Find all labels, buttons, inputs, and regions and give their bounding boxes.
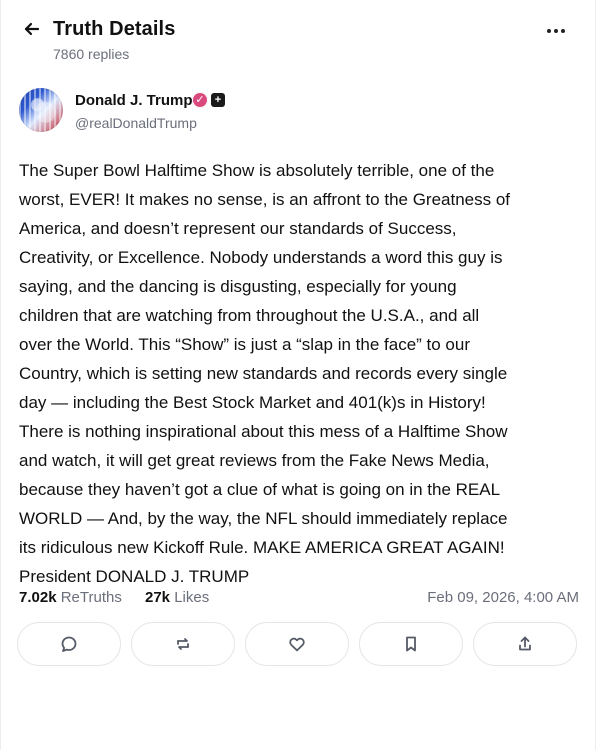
replies-count: 7860 replies (53, 46, 130, 62)
truth-details-page: Truth Details 7860 replies Donald J. Tru… (0, 0, 596, 750)
author-name[interactable]: Donald J. Trump (75, 92, 193, 110)
retruths-count: 7.02k (19, 589, 57, 606)
profile-avatar[interactable] (19, 88, 63, 132)
page-title: Truth Details (53, 18, 176, 40)
back-arrow-icon (22, 19, 42, 44)
plus-badge-icon: + (211, 93, 225, 107)
likes-count: 27k (145, 589, 171, 606)
retruth-button[interactable] (131, 622, 235, 666)
reply-button[interactable] (17, 622, 121, 666)
reply-icon (59, 634, 79, 654)
retruth-icon (173, 634, 193, 654)
more-horizontal-icon (561, 29, 565, 33)
like-icon (287, 634, 307, 654)
post-actions (17, 622, 579, 666)
author-row: Donald J. Trump ✓ + @realDonaldTrump (19, 88, 579, 136)
share-icon (515, 634, 535, 654)
retruths-stat[interactable]: 7.02k ReTruths (19, 587, 122, 609)
share-button[interactable] (473, 622, 577, 666)
likes-label: Likes (174, 589, 210, 606)
verified-check-icon: ✓ (192, 92, 208, 108)
author-handle[interactable]: @realDonaldTrump (75, 114, 197, 132)
post-date: Feb 09, 2026, 4:00 AM (427, 589, 579, 606)
like-button[interactable] (245, 622, 349, 666)
more-horizontal-icon (547, 29, 551, 33)
likes-stat[interactable]: 27k Likes (145, 587, 209, 609)
retruths-label: ReTruths (60, 589, 122, 606)
post-text: The Super Bowl Halftime Show is absolute… (19, 161, 511, 586)
more-horizontal-icon (554, 29, 558, 33)
back-button[interactable] (19, 18, 45, 44)
bookmark-icon (401, 634, 421, 654)
bookmark-button[interactable] (359, 622, 463, 666)
post-stats: 7.02k ReTruths 27k Likes Feb 09, 2026, 4… (19, 587, 579, 609)
more-options-button[interactable] (539, 22, 573, 40)
page-header: Truth Details 7860 replies (1, 0, 596, 72)
